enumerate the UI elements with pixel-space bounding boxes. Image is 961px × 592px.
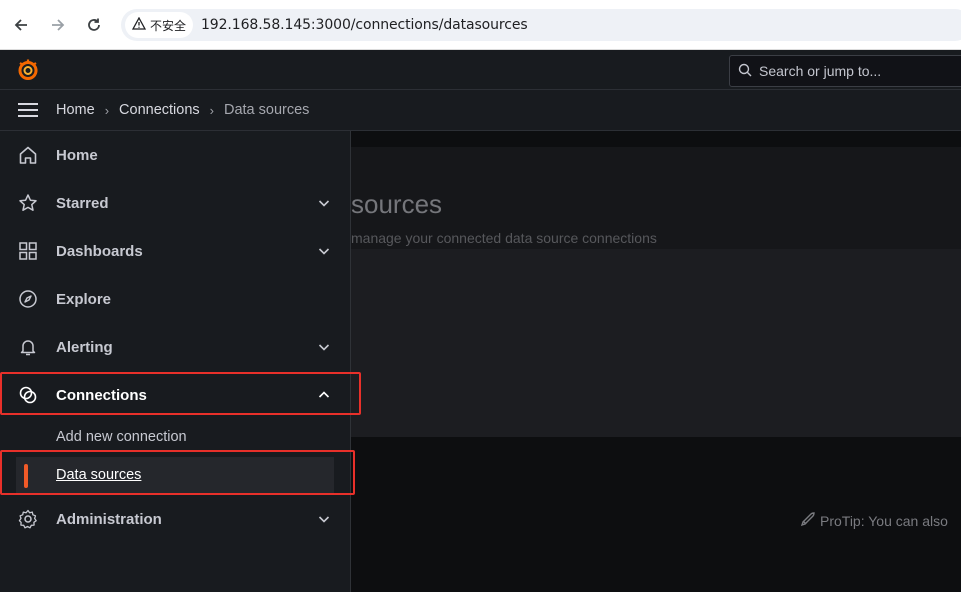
search-input[interactable]: Search or jump to... xyxy=(729,55,961,87)
sidebar-item-label: Alerting xyxy=(56,338,113,356)
mega-menu: Home Starred Dashboards Explore Alerting xyxy=(0,131,351,592)
sidebar-item-label: Starred xyxy=(56,194,109,212)
sidebar-item-label: Home xyxy=(56,146,98,164)
sidebar-item-administration[interactable]: Administration xyxy=(0,495,350,543)
connections-icon xyxy=(16,383,40,407)
chevron-down-icon[interactable] xyxy=(316,243,332,259)
active-indicator xyxy=(24,464,28,488)
sidebar-item-explore[interactable]: Explore xyxy=(0,275,350,323)
chevron-up-icon[interactable] xyxy=(316,387,332,403)
sidebar-item-label: Administration xyxy=(56,510,162,528)
sidebar-item-label: Connections xyxy=(56,386,147,404)
sidebar-subitem-label: Data sources xyxy=(56,467,142,483)
reload-icon[interactable] xyxy=(81,12,107,38)
home-icon xyxy=(16,143,40,167)
bell-icon xyxy=(16,335,40,359)
compass-icon xyxy=(16,287,40,311)
chevron-down-icon[interactable] xyxy=(316,511,332,527)
sidebar-item-dashboards[interactable]: Dashboards xyxy=(0,227,350,275)
sidebar-item-home[interactable]: Home xyxy=(0,131,350,179)
sidebar-item-label: Explore xyxy=(56,290,112,308)
breadcrumb: Home › Connections › Data sources xyxy=(0,90,961,131)
empty-state-panel: ProTip: You can also xyxy=(351,249,961,529)
page-title: sources xyxy=(351,189,443,219)
sidebar-item-starred[interactable]: Starred xyxy=(0,179,350,227)
gear-icon xyxy=(16,507,40,531)
security-indicator[interactable]: 不安全 xyxy=(125,12,194,38)
menu-icon[interactable] xyxy=(0,90,56,131)
breadcrumb-separator-icon: › xyxy=(104,102,110,118)
browser-toolbar: 不安全 192.168.58.145:3000/connections/data… xyxy=(0,0,961,50)
sidebar-subitem-add-new-connection[interactable]: Add new connection xyxy=(0,419,350,457)
breadcrumb-data-sources: Data sources xyxy=(223,102,310,118)
protip-text: ProTip: You can also xyxy=(820,512,948,529)
chevron-down-icon[interactable] xyxy=(316,195,332,211)
app-topbar: Search or jump to... xyxy=(0,50,961,90)
page-subtitle: manage your connected data source connec… xyxy=(351,230,657,246)
rocket-icon xyxy=(800,511,816,530)
breadcrumb-separator-icon: › xyxy=(209,102,214,118)
sidebar-item-alerting[interactable]: Alerting xyxy=(0,323,350,371)
breadcrumb-home[interactable]: Home xyxy=(56,102,95,118)
breadcrumb-connections[interactable]: Connections xyxy=(119,102,200,118)
warning-icon xyxy=(131,16,147,33)
chevron-down-icon[interactable] xyxy=(316,339,332,355)
search-placeholder: Search or jump to... xyxy=(759,63,882,79)
url-text[interactable]: 192.168.58.145:3000/connections/datasour… xyxy=(201,17,528,33)
sidebar-item-connections[interactable]: Connections xyxy=(0,371,350,419)
sidebar-item-label: Dashboards xyxy=(56,242,143,260)
search-icon xyxy=(738,63,752,80)
page-content: sources manage your connected data sourc… xyxy=(351,131,961,592)
dashboards-icon xyxy=(16,239,40,263)
protip: ProTip: You can also xyxy=(800,511,948,530)
security-label: 不安全 xyxy=(150,18,187,33)
sidebar-subitem-data-sources[interactable]: Data sources xyxy=(16,457,334,495)
grafana-logo-icon[interactable] xyxy=(16,58,40,82)
forward-arrow-icon[interactable] xyxy=(45,12,71,38)
address-bar[interactable]: 不安全 192.168.58.145:3000/connections/data… xyxy=(121,9,961,41)
sidebar-subitem-label: Add new connection xyxy=(56,429,187,445)
star-icon xyxy=(16,191,40,215)
back-arrow-icon[interactable] xyxy=(8,12,34,38)
